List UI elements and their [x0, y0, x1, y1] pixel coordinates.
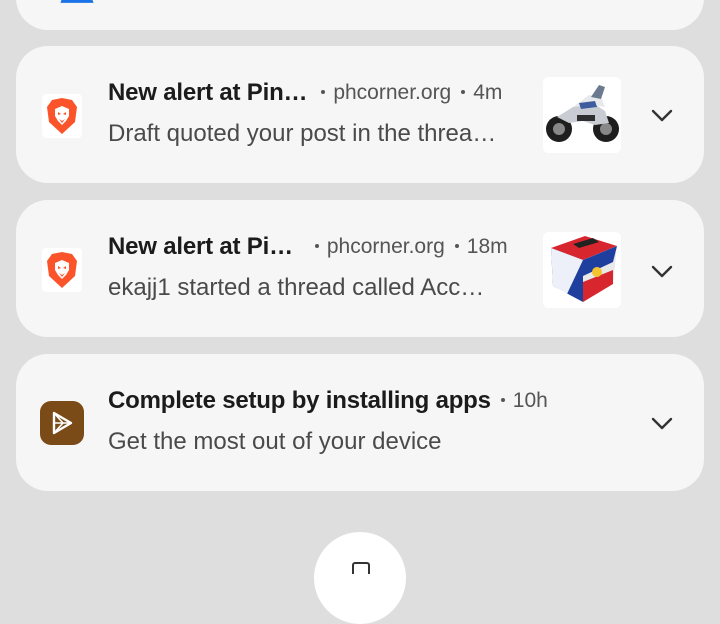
notification-title: New alert at Pi… — [108, 233, 293, 260]
expand-chevron-down-icon[interactable] — [648, 260, 676, 284]
notification-title: New alert at Pin… — [108, 79, 308, 106]
bottom-action-button[interactable] — [314, 532, 406, 624]
notification-text: Get the most out of your device — [108, 428, 442, 455]
play-triangle-icon — [40, 401, 84, 445]
notification-header: New alert at Pi… phcorner.org 18m — [108, 232, 508, 262]
app-icon-partial — [60, 0, 94, 3]
notification-header: Complete setup by installing apps 10h — [108, 386, 548, 416]
previous-notification-card[interactable] — [16, 0, 704, 30]
notification-title: Complete setup by installing apps — [108, 387, 491, 414]
expand-chevron-down-icon[interactable] — [648, 412, 676, 436]
notification-time: 18m — [454, 235, 508, 259]
brave-lion-icon — [40, 94, 84, 138]
notification-source: phcorner.org — [321, 81, 451, 105]
button-glyph-icon — [352, 562, 370, 574]
notification-text: Draft quoted your post in the threa… — [108, 120, 497, 147]
expand-chevron-down-icon[interactable] — [648, 104, 676, 128]
notification-time: 4m — [461, 81, 502, 105]
notification-time: 10h — [500, 389, 548, 413]
notification-header: New alert at Pin… phcorner.org 4m — [108, 78, 502, 108]
notification-text: ekajj1 started a thread called Acc… — [108, 274, 485, 301]
notification-card[interactable]: New alert at Pi… phcorner.org 18m ekajj1… — [16, 200, 704, 337]
brave-lion-icon — [40, 248, 84, 292]
notification-card[interactable]: Complete setup by installing apps 10h Ge… — [16, 354, 704, 491]
notification-source: phcorner.org — [314, 235, 445, 259]
philippine-flag-ballot-box-thumbnail-image — [543, 232, 621, 308]
motorcycle-thumbnail-image — [543, 77, 621, 153]
notification-card[interactable]: New alert at Pin… phcorner.org 4m Draft … — [16, 46, 704, 183]
